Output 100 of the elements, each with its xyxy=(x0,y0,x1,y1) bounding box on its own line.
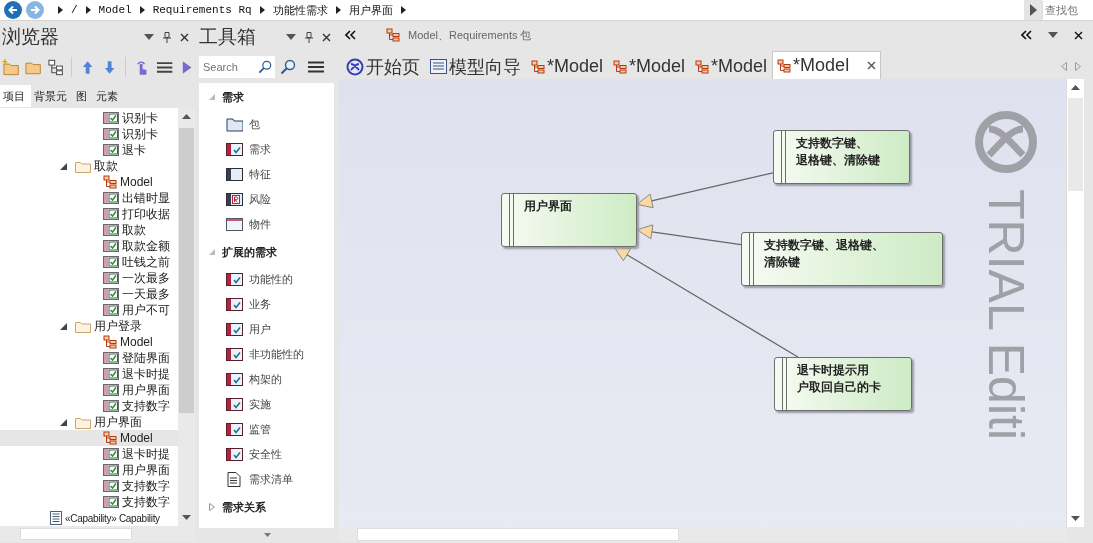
scrollbar-thumb[interactable] xyxy=(179,128,194,413)
toolbox-item[interactable]: 非功能性的 xyxy=(199,342,334,367)
tree-item[interactable]: 识别卡 xyxy=(0,126,178,142)
chevron-icon[interactable] xyxy=(139,6,145,14)
toolbox-section[interactable]: 需求 xyxy=(199,87,334,107)
tree-item[interactable]: 退卡时提 xyxy=(0,366,178,382)
toolbox-item[interactable]: 物件 xyxy=(199,212,334,237)
go-button[interactable] xyxy=(1024,0,1042,20)
toolbox-item[interactable]: 特征 xyxy=(199,162,334,187)
browser-tab[interactable]: 图 xyxy=(73,85,93,107)
toolbox-item[interactable]: 需求清单 xyxy=(199,467,334,492)
search-field[interactable]: Search xyxy=(199,55,275,78)
scrollbar-thumb[interactable] xyxy=(357,528,679,541)
toolbox-item[interactable]: 安全性 xyxy=(199,442,334,467)
tree-item[interactable]: 出错时显 xyxy=(0,190,178,206)
toolbox-item[interactable]: 风险 xyxy=(199,187,334,212)
tree-item[interactable]: 取款 xyxy=(0,222,178,238)
generalization-arrow[interactable] xyxy=(636,172,774,209)
breadcrumb-link[interactable]: Requirements Rq xyxy=(152,4,252,16)
document-tab[interactable]: *Model xyxy=(772,51,882,79)
tree-item[interactable]: Model xyxy=(0,174,178,190)
document-tab[interactable]: 模型向导 xyxy=(425,53,526,79)
dropdown-icon[interactable] xyxy=(1048,32,1058,38)
requirement-node[interactable]: 支持数字键、 退格键、清除键 xyxy=(773,130,910,184)
chevron-icon[interactable] xyxy=(58,6,63,14)
tree-item[interactable]: 取款金额 xyxy=(0,238,178,254)
tree-item[interactable]: 退卡 xyxy=(0,142,178,158)
close-icon[interactable] xyxy=(867,61,877,70)
close-icon[interactable] xyxy=(322,32,331,42)
toolbox-item[interactable]: 用户 xyxy=(199,317,334,342)
close-icon[interactable] xyxy=(180,32,189,42)
generalization-arrow[interactable] xyxy=(636,224,742,246)
chevron-icon[interactable] xyxy=(259,6,265,14)
tree-item[interactable]: 一次最多 xyxy=(0,270,178,286)
scrollbar-thumb[interactable] xyxy=(20,528,132,540)
pin-icon[interactable] xyxy=(163,31,171,43)
scrollbar[interactable] xyxy=(1066,79,1084,527)
scroll-up-icon[interactable] xyxy=(182,114,191,119)
toolbox-section[interactable]: 需求关系 xyxy=(199,497,334,517)
chevron-icon[interactable] xyxy=(335,6,341,14)
expanded-arrow-icon[interactable] xyxy=(60,418,67,426)
breadcrumb-link[interactable]: 功能性需求 xyxy=(272,2,328,18)
close-icon[interactable] xyxy=(1074,30,1083,40)
toolbox-item[interactable]: 包 xyxy=(199,112,334,137)
scrollbar-thumb[interactable] xyxy=(1068,98,1083,191)
expanded-arrow-icon[interactable] xyxy=(60,322,67,330)
browser-tab[interactable]: 背景元 xyxy=(31,85,73,107)
browser-tab[interactable]: 项目 xyxy=(0,85,31,107)
tree-item[interactable]: 支持数字 xyxy=(0,398,178,414)
dropdown-icon[interactable] xyxy=(144,34,154,40)
back-button[interactable] xyxy=(4,1,22,19)
tree-item[interactable]: 取款 xyxy=(0,158,178,174)
document-tab[interactable]: *Model xyxy=(526,53,609,79)
breadcrumb-link[interactable]: Model xyxy=(98,4,132,16)
requirement-node[interactable]: 退卡时提示用 户取回自己的卡 xyxy=(774,357,912,411)
tree-item[interactable]: «Capability» Capability xyxy=(0,510,178,526)
tree-item[interactable]: 用户登录 xyxy=(0,318,178,334)
scroll-down-icon[interactable] xyxy=(263,533,271,537)
scroll-down-icon[interactable] xyxy=(1071,516,1080,521)
tree-item[interactable]: Model xyxy=(0,334,178,350)
scroll-down-icon[interactable] xyxy=(182,515,191,520)
breadcrumb-link[interactable]: 用户界面 xyxy=(348,2,393,18)
tree-item[interactable]: 支持数字 xyxy=(0,494,178,510)
tree-item[interactable]: 吐钱之前 xyxy=(0,254,178,270)
tree-item[interactable]: 用户界面 xyxy=(0,414,178,430)
requirement-node[interactable]: 支持数字键、退格键、 清除键 xyxy=(741,232,943,286)
document-tab[interactable]: 开始页 xyxy=(341,53,425,79)
toolbox-item[interactable]: 构架的 xyxy=(199,367,334,392)
tree-item[interactable]: 退卡时提 xyxy=(0,446,178,462)
tree-item[interactable]: 支持数字 xyxy=(0,478,178,494)
tree-item[interactable]: 识别卡 xyxy=(0,110,178,126)
tree-item[interactable]: 打印收据 xyxy=(0,206,178,222)
document-tab[interactable]: *Model xyxy=(608,53,691,79)
dropdown-icon[interactable] xyxy=(286,34,296,40)
double-chevron-icon[interactable] xyxy=(345,30,356,40)
tree-item[interactable]: Model xyxy=(0,430,178,446)
toolbox-item[interactable]: 监管 xyxy=(199,417,334,442)
toolbox-section[interactable]: 扩展的需求 xyxy=(199,242,334,262)
double-chevron-icon[interactable] xyxy=(1021,30,1032,40)
search-icon[interactable] xyxy=(258,59,272,74)
requirement-node[interactable]: 用户界面 xyxy=(501,193,637,247)
hierarchy-icon[interactable] xyxy=(46,58,64,76)
find-icon[interactable] xyxy=(280,58,296,75)
tree-item[interactable]: 用户界面 xyxy=(0,462,178,478)
tree-item[interactable]: 用户不可 xyxy=(0,302,178,318)
expanded-arrow-icon[interactable] xyxy=(60,162,67,170)
browser-tab[interactable]: 元素 xyxy=(93,85,124,107)
pin-icon[interactable] xyxy=(305,31,313,43)
toolbox-item[interactable]: 功能性的 xyxy=(199,267,334,292)
toolbox-item[interactable]: 业务 xyxy=(199,292,334,317)
document-tab[interactable]: *Model xyxy=(690,53,773,79)
tree-item[interactable]: 登陆界面 xyxy=(0,350,178,366)
toolbox-item[interactable]: 需求 xyxy=(199,137,334,162)
chevron-icon[interactable] xyxy=(85,6,91,14)
scroll-up-icon[interactable] xyxy=(1071,85,1080,90)
tree-item[interactable]: 一天最多 xyxy=(0,286,178,302)
chevron-icon[interactable] xyxy=(400,6,406,14)
menu-icon[interactable] xyxy=(308,60,324,73)
toolbox-item[interactable]: 实施 xyxy=(199,392,334,417)
breadcrumb-link[interactable]: / xyxy=(71,4,78,16)
